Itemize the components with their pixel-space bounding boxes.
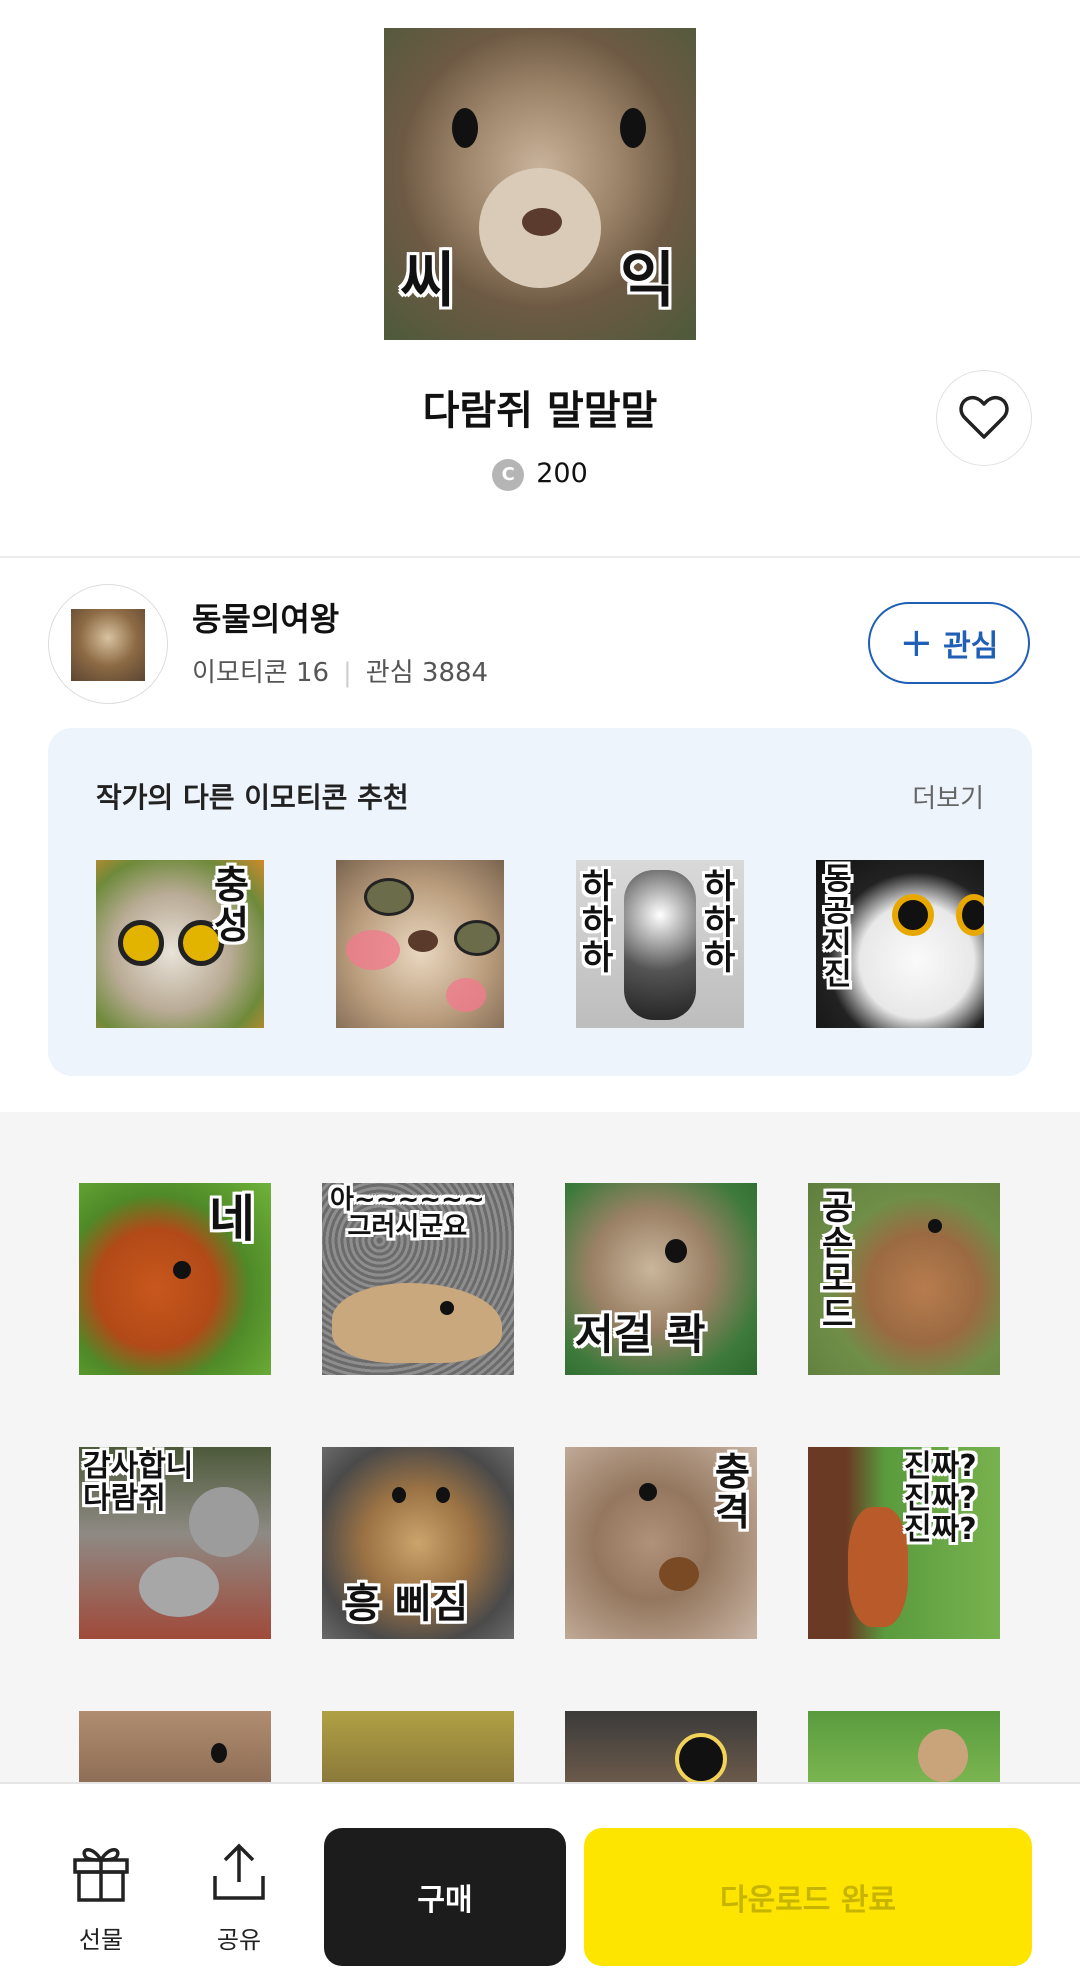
tile-overlay: 흥 삐짐: [344, 1581, 469, 1627]
tile-overlay: 감사합니 다람쥐: [83, 1449, 194, 1516]
tile-overlay: 진짜? 진짜? 진짜?: [904, 1449, 977, 1547]
share-button[interactable]: 공유: [194, 1840, 284, 1955]
recommend-item[interactable]: [336, 860, 504, 1028]
emoticon-tile[interactable]: 공 손 모 드: [808, 1183, 1000, 1375]
emoticon-tile[interactable]: [565, 1711, 757, 1782]
emoticon-title: 다람쥐 말말말: [422, 388, 658, 434]
author-avatar[interactable]: [48, 584, 168, 704]
recommend-item[interactable]: 충 성: [96, 860, 264, 1028]
emoticon-tile[interactable]: 저걸 콱: [565, 1183, 757, 1375]
follow-author-button[interactable]: + 관심: [868, 602, 1030, 684]
coin-icon: C: [492, 458, 525, 491]
emoticon-tile[interactable]: [79, 1711, 271, 1782]
emoticon-tile[interactable]: [808, 1711, 1000, 1782]
follower-count: 관심 3884: [365, 658, 489, 688]
section-divider: [0, 556, 1080, 558]
gift-button[interactable]: 선물: [56, 1840, 146, 1955]
emoticon-tile[interactable]: [322, 1711, 514, 1782]
heart-icon: [959, 395, 1009, 439]
emoticon-tile[interactable]: 아~~~~~~ 그러시군요: [322, 1183, 514, 1375]
tile-overlay: 아~~~~~~ 그러시군요: [330, 1185, 485, 1243]
cover-overlay-left: 씨: [400, 246, 456, 316]
recommend-more-link[interactable]: 더보기: [900, 778, 984, 815]
follow-label: 관심: [943, 629, 999, 664]
plus-icon: +: [899, 620, 934, 666]
price-row: C 200: [0, 458, 1080, 491]
recommend-item-overlay: 충 성: [214, 863, 249, 947]
emoticon-tile[interactable]: 감사합니 다람쥐: [79, 1447, 271, 1639]
recommend-item-overlay-right: 하 하 하: [704, 867, 736, 979]
emoticon-count: 이모티콘 16: [192, 658, 330, 688]
recommend-item[interactable]: 하 하 하 하 하 하: [576, 860, 744, 1028]
share-label: 공유: [216, 1926, 262, 1954]
emoticon-tile[interactable]: 진짜? 진짜? 진짜?: [808, 1447, 1000, 1639]
cover-overlay-right: 익: [620, 246, 676, 316]
tile-overlay: 저걸 콱: [575, 1310, 706, 1359]
recommend-item-overlay-left: 하 하 하: [582, 867, 614, 979]
recommend-item-overlay: 동 공 지 진: [824, 862, 852, 992]
share-icon: [213, 1843, 265, 1900]
author-stats: 이모티콘 16 | 관심 3884: [192, 652, 488, 689]
emoticon-cover-image: 씨 익: [384, 28, 696, 340]
buy-button[interactable]: 구매: [324, 1828, 566, 1966]
tile-overlay: 공 손 모 드: [822, 1188, 854, 1336]
gift-label: 선물: [78, 1926, 124, 1954]
download-complete-button[interactable]: 다운로드 완료: [584, 1828, 1032, 1966]
like-button[interactable]: [936, 370, 1032, 466]
author-name[interactable]: 동물의여왕: [192, 594, 339, 640]
recommend-item[interactable]: 동 공 지 진: [816, 860, 984, 1028]
emoticon-tile[interactable]: 네: [79, 1183, 271, 1375]
gift-icon: [73, 1848, 129, 1902]
stats-separator: |: [343, 658, 352, 688]
emoticon-tile[interactable]: 충 격: [565, 1447, 757, 1639]
price-value: 200: [536, 458, 588, 489]
tile-overlay: 네: [209, 1190, 255, 1248]
recommend-title: 작가의 다른 이모티콘 추천: [96, 781, 409, 814]
emoticon-tile[interactable]: 흥 삐짐: [322, 1447, 514, 1639]
tile-overlay: 충 격: [715, 1450, 750, 1534]
